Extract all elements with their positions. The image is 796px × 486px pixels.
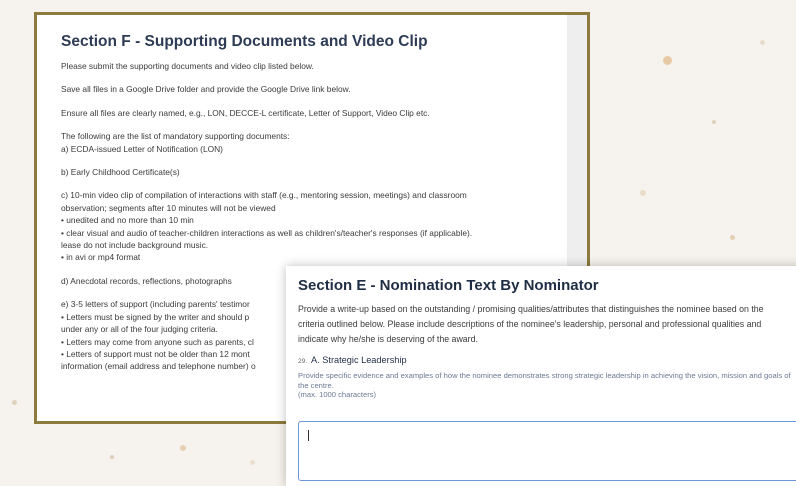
section-f-line: The following are the list of mandatory … <box>61 131 290 142</box>
question-number: 29. <box>298 358 308 365</box>
strategic-leadership-textarea[interactable] <box>298 421 796 481</box>
section-e-title: Section E - Nomination Text By Nominator <box>298 277 599 294</box>
section-e-description: Provide a write-up based on the outstand… <box>298 304 764 344</box>
section-f-line: Ensure all files are clearly named, e.g.… <box>61 107 430 118</box>
section-f-line: Please submit the supporting documents a… <box>61 61 314 71</box>
section-f-line: • unedited and no more than 10 min <box>61 215 194 226</box>
section-f-line: • in avi or mp4 format <box>61 252 141 263</box>
question-help: Provide specific evidence and examples o… <box>298 371 796 400</box>
text-cursor <box>308 430 309 441</box>
section-e-panel: Section E - Nomination Text By Nominator… <box>286 266 796 486</box>
question-label: 29. A. Strategic Leadership <box>298 355 407 365</box>
section-f-line: a) ECDA-issued Letter of Notification (L… <box>61 143 223 154</box>
section-f-line: • clear visual and audio of teacher-chil… <box>61 227 473 238</box>
section-f-title: Section F - Supporting Documents and Vid… <box>61 33 428 50</box>
question-title: A. Strategic Leadership <box>311 355 407 365</box>
section-f-line: observation; segments after 10 minutes w… <box>61 202 276 213</box>
section-f-line: lease do not include background music. <box>61 240 209 251</box>
section-f-line: Save all files in a Google Drive folder … <box>61 84 351 95</box>
section-f-line: b) Early Childhood Certificate(s) <box>61 167 180 178</box>
question-char-limit: (max. 1000 characters) <box>298 390 377 399</box>
question-help-text: Provide specific evidence and examples o… <box>298 371 791 390</box>
section-f-line: c) 10-min video clip of compilation of i… <box>61 190 467 201</box>
